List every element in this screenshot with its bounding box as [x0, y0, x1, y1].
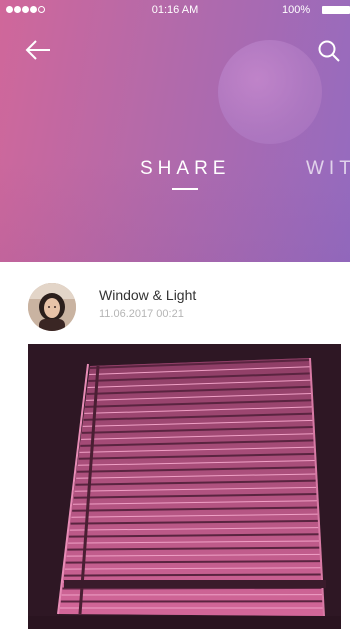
battery-percent: 100% — [282, 4, 311, 16]
active-tab-indicator — [172, 188, 198, 190]
search-button[interactable] — [316, 38, 342, 64]
status-bar: 01:16 AM 100% — [0, 0, 350, 20]
decorative-orb — [218, 40, 322, 144]
battery-icon — [322, 6, 350, 14]
category-tabs: SHARE WIT — [0, 158, 350, 198]
tab-with[interactable]: WIT — [306, 158, 350, 180]
search-icon — [318, 40, 340, 62]
header-hero — [0, 0, 350, 262]
tab-share[interactable]: SHARE — [140, 158, 230, 180]
back-button[interactable] — [24, 38, 52, 62]
blind-slat — [64, 573, 323, 577]
post-title[interactable]: Window & Light — [99, 287, 196, 303]
post-photo[interactable] — [28, 344, 341, 629]
post-timestamp: 11.06.2017 00:21 — [99, 308, 184, 320]
post-card: Window & Light 11.06.2017 00:21 — [0, 262, 350, 629]
arrow-left-icon — [25, 40, 50, 60]
avatar[interactable] — [28, 283, 76, 331]
